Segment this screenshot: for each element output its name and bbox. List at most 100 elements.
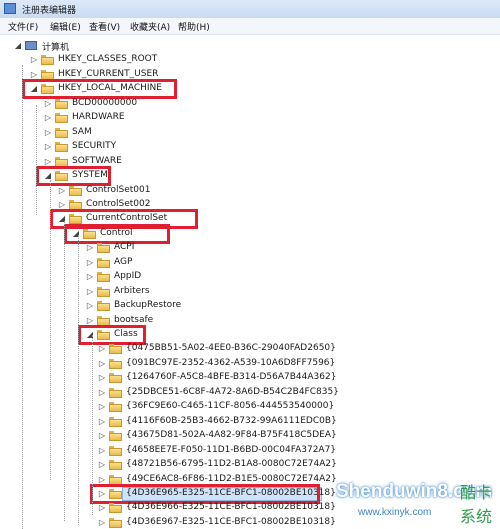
menu-edit[interactable]: 编辑(E) [50, 20, 81, 33]
title-bar: 注册表编辑器 [0, 0, 500, 19]
tree-node[interactable]: ▷ Arbiters [86, 285, 480, 299]
tree-guide-line [36, 105, 37, 215]
tree-node-label: AppID [114, 271, 142, 282]
folder-icon [109, 344, 122, 355]
tree-node-label: {0475BB51-5A02-4EE0-B36C-29040FAD2650} [126, 343, 336, 354]
menu-favorites[interactable]: 收藏夹(A) [130, 20, 170, 33]
tree-node-label: ControlSet002 [86, 198, 151, 209]
expand-arrow-icon[interactable]: ▷ [44, 99, 52, 108]
folder-icon [97, 257, 110, 268]
expand-arrow-icon[interactable]: ▷ [98, 475, 106, 484]
folder-icon [41, 55, 54, 66]
expand-arrow-icon[interactable]: ▷ [98, 504, 106, 512]
tree-node-label: SECURITY [72, 141, 117, 152]
folder-icon [55, 113, 68, 124]
watermark-sub: www.kxinyk.com [358, 507, 432, 518]
expand-arrow-icon[interactable]: ▷ [98, 446, 106, 455]
folder-icon [109, 387, 122, 398]
tree-node-label: AGP [114, 256, 133, 267]
expand-arrow-icon[interactable]: ▷ [86, 273, 94, 281]
tree-node-label: BCD00000000 [72, 97, 138, 108]
tree-node-label: Arbiters [114, 285, 150, 296]
folder-icon [109, 358, 122, 369]
expand-arrow-icon[interactable]: ▷ [98, 403, 106, 411]
expand-arrow-icon[interactable]: ▷ [98, 417, 106, 426]
tree-node[interactable]: ▷ {25DBCE51-6C8F-4A72-8A6D-B54C2B4FC835} [98, 386, 480, 400]
tree-node[interactable]: ▷ HARDWARE [44, 111, 480, 125]
tree-node[interactable]: ▷ BCD00000000 [44, 97, 480, 111]
tree-node-label: {091BC97E-2352-4362-A539-10A6D8FF7596} [126, 357, 336, 368]
registry-app-icon [4, 3, 16, 14]
expand-arrow-icon[interactable]: ▷ [44, 157, 52, 166]
expand-arrow-icon[interactable]: ▷ [86, 244, 94, 252]
tree-node-label: {43675D81-502A-4A82-9F84-B75F418C5DEA} [126, 430, 337, 441]
folder-icon [109, 517, 122, 528]
tree-guide-line [50, 180, 51, 480]
tree-node[interactable]: ▷ {0475BB51-5A02-4EE0-B36C-29040FAD2650} [98, 342, 480, 356]
folder-icon [109, 373, 122, 384]
expand-arrow-icon[interactable]: ▷ [98, 432, 106, 440]
tree-node[interactable]: ▷ AGP [86, 256, 480, 270]
tree-node-label: {49CE6AC8-6F86-11D2-B1E5-0080C72E74A2} [126, 473, 337, 484]
expand-arrow-icon[interactable]: ▷ [44, 128, 52, 137]
tree-node[interactable]: ▷ AppID [86, 270, 480, 284]
expand-arrow-icon[interactable]: ▷ [58, 200, 66, 209]
expand-arrow-icon[interactable]: ▷ [98, 461, 106, 469]
tree-node[interactable]: ▷ BackupRestore [86, 299, 480, 313]
expand-arrow-icon[interactable]: ▷ [58, 186, 66, 195]
collapse-arrow-icon[interactable]: ◢ [14, 42, 22, 50]
tree-node-label: bootsafe [114, 314, 154, 325]
tree-node[interactable]: ▷ SAM [44, 126, 480, 140]
expand-arrow-icon[interactable]: ▷ [86, 258, 94, 267]
tree-node[interactable]: ▷ {1264760F-A5C8-4BFE-B314-D56A7B44A362} [98, 371, 480, 385]
tree-node-label: BackupRestore [114, 300, 182, 311]
expand-arrow-icon[interactable]: ▷ [86, 287, 94, 296]
tree-node[interactable]: ◢ 计算机 [14, 39, 480, 53]
tree-node[interactable]: ▷ {36FC9E60-C465-11CF-8056-444553540000} [98, 400, 480, 414]
tree-node[interactable]: ▷ {4658EE7E-F050-11D1-B6BD-00C04FA372A7} [98, 444, 480, 458]
folder-icon [109, 431, 122, 442]
registry-tree[interactable]: ◢ 计算机 ▷ HKEY_CLASSES_ROOT ▷ HKEY_CURRENT_USER… [0, 35, 500, 529]
menu-file[interactable]: 文件(F) [8, 20, 38, 33]
tree-node[interactable]: ▷ {091BC97E-2352-4362-A539-10A6D8FF7596} [98, 357, 480, 371]
tree-node[interactable]: ▷ {43675D81-502A-4A82-9F84-B75F418C5DEA} [98, 429, 480, 443]
tree-node[interactable]: ▷ ControlSet001 [58, 184, 480, 198]
menu-view[interactable]: 查看(V) [89, 20, 120, 33]
tree-guide-line [22, 65, 23, 529]
expand-arrow-icon[interactable]: ▷ [98, 359, 106, 368]
tree-guide-line [64, 221, 65, 521]
expand-arrow-icon[interactable]: ▷ [86, 302, 94, 310]
tree-node-label: HARDWARE [72, 112, 125, 123]
expand-arrow-icon[interactable]: ▷ [86, 316, 94, 325]
expand-arrow-icon[interactable]: ▷ [98, 374, 106, 382]
tree-node[interactable]: ▷ {48721B56-6795-11D2-B1A8-0080C72E74A2} [98, 458, 480, 472]
expand-arrow-icon[interactable]: ▷ [44, 114, 52, 122]
tree-node[interactable]: ▷ HKEY_CLASSES_ROOT [30, 53, 480, 67]
expand-arrow-icon[interactable]: ▷ [98, 345, 106, 353]
folder-icon [55, 127, 68, 138]
folder-icon [109, 402, 122, 413]
expand-arrow-icon[interactable]: ▷ [98, 518, 106, 527]
tree-node[interactable]: ▷ {4116F60B-25B3-4662-B732-99A6111EDC0B} [98, 415, 480, 429]
tree-node-label: 计算机 [42, 43, 70, 53]
menu-help[interactable]: 帮助(H) [178, 20, 210, 33]
tree-node-label: ACPI [114, 242, 135, 253]
folder-icon [97, 286, 110, 297]
menu-bar: 文件(F) 编辑(E) 查看(V) 收藏夹(A) 帮助(H) [0, 18, 500, 35]
tree-guide-line [92, 335, 93, 515]
tree-node-label: {1264760F-A5C8-4BFE-B314-D56A7B44A362} [126, 372, 337, 383]
expand-arrow-icon[interactable]: ▷ [98, 388, 106, 397]
expand-arrow-icon[interactable]: ▷ [30, 70, 38, 79]
tree-node-label: {48721B56-6795-11D2-B1A8-0080C72E74A2} [126, 459, 337, 470]
tree-guide-line [78, 235, 79, 525]
tree-node-label: {4D36E967-E325-11CE-BFC1-08002BE10318} [126, 516, 336, 527]
window-title: 注册表编辑器 [22, 6, 77, 16]
expand-arrow-icon[interactable]: ▷ [44, 143, 52, 151]
tree-node-label: SOFTWARE [72, 155, 122, 166]
tree-node[interactable]: ▷ ACPI [86, 241, 480, 255]
folder-icon [55, 142, 68, 153]
tree-node[interactable]: ▷ SECURITY [44, 140, 480, 154]
tree-node-label: {4116F60B-25B3-4662-B732-99A6111EDC0B} [126, 415, 337, 426]
computer-icon [25, 41, 37, 50]
expand-arrow-icon[interactable]: ▷ [30, 56, 38, 64]
